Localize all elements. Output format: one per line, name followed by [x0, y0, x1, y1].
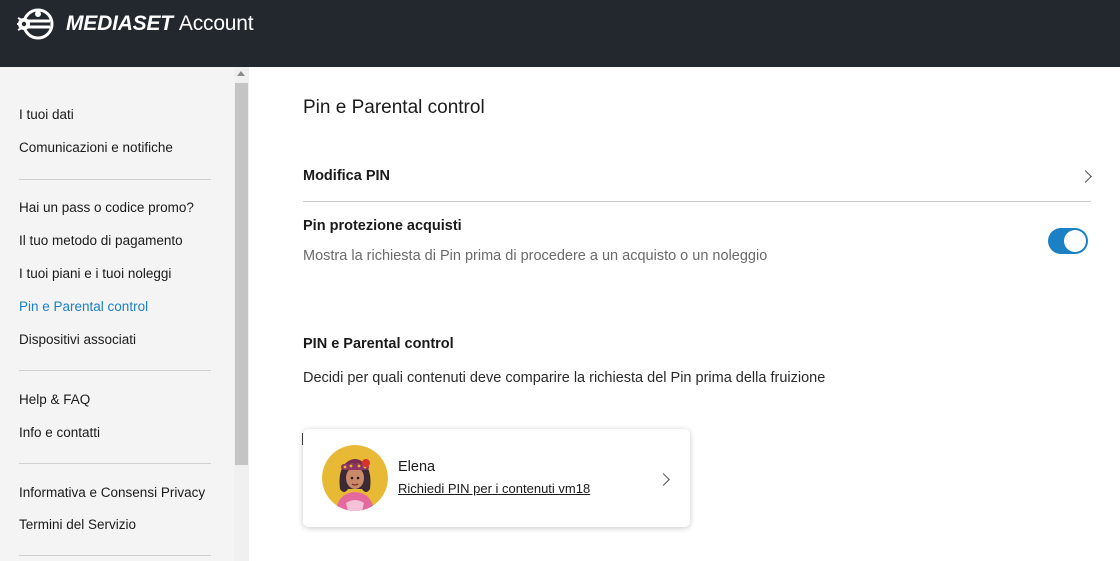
logo-wordmark: MEDIASET Account	[66, 12, 254, 36]
sidebar-item-privacy[interactable]: Informativa e Consensi Privacy	[19, 485, 205, 500]
avatar	[322, 445, 388, 511]
purchase-protection-label: Pin protezione acquisti	[303, 218, 462, 234]
sidebar-scrollbar[interactable]	[234, 67, 249, 561]
sidebar-item-payment-method[interactable]: Il tuo metodo di pagamento	[19, 233, 183, 248]
mediaset-biscione-logo-icon	[16, 8, 60, 40]
sidebar-divider	[19, 370, 211, 371]
top-header: MEDIASET Account	[0, 0, 1120, 67]
sidebar-item-personal-data[interactable]: I tuoi dati	[19, 107, 74, 122]
sidebar-item-terms[interactable]: Termini del Servizio	[19, 517, 136, 532]
chevron-right-icon	[657, 473, 670, 486]
chevron-right-icon	[1079, 170, 1092, 183]
sidebar-divider	[19, 463, 211, 464]
sidebar-item-plans-rentals[interactable]: I tuoi piani e i tuoi noleggi	[19, 266, 171, 281]
parental-description: Decidi per quali contenuti deve comparir…	[303, 370, 826, 386]
sidebar-divider	[19, 555, 211, 556]
modify-pin-row[interactable]: Modifica PIN	[303, 162, 1092, 200]
header-subtitle: Account	[178, 12, 254, 35]
toggle-knob	[1064, 230, 1086, 252]
sidebar-item-help-faq[interactable]: Help & FAQ	[19, 392, 90, 407]
purchase-protection-description: Mostra la richiesta di Pin prima di proc…	[303, 248, 768, 264]
modify-pin-label: Modifica PIN	[303, 168, 391, 184]
row-divider	[303, 201, 1091, 202]
parental-heading: PIN e Parental control	[303, 336, 454, 352]
mediaset-logo[interactable]: MEDIASET Account	[16, 8, 254, 40]
purchase-protection-toggle[interactable]	[1048, 228, 1088, 254]
sidebar-item-devices[interactable]: Dispositivi associati	[19, 332, 136, 347]
page-title: Pin e Parental control	[303, 97, 485, 118]
sidebar: I tuoi dati Comunicazioni e notifiche Ha…	[0, 67, 234, 561]
profile-name: Elena	[398, 459, 436, 475]
scroll-thumb[interactable]	[235, 83, 248, 465]
main-content: Pin e Parental control Modifica PIN Pin …	[249, 67, 1120, 561]
sidebar-item-communications[interactable]: Comunicazioni e notifiche	[19, 140, 173, 155]
request-pin-vm18-link[interactable]: Richiedi PIN per i contenuti vm18	[398, 481, 590, 496]
brand-name: MEDIASET	[66, 12, 173, 35]
profile-card[interactable]: Elena Richiedi PIN per i contenuti vm18	[303, 429, 690, 527]
sidebar-item-pin-parental[interactable]: Pin e Parental control	[19, 299, 148, 314]
sidebar-item-info-contacts[interactable]: Info e contatti	[19, 425, 100, 440]
scroll-up-arrow-icon[interactable]	[237, 71, 245, 76]
sidebar-divider	[19, 179, 211, 180]
sidebar-item-promo-code[interactable]: Hai un pass o codice promo?	[19, 200, 194, 215]
